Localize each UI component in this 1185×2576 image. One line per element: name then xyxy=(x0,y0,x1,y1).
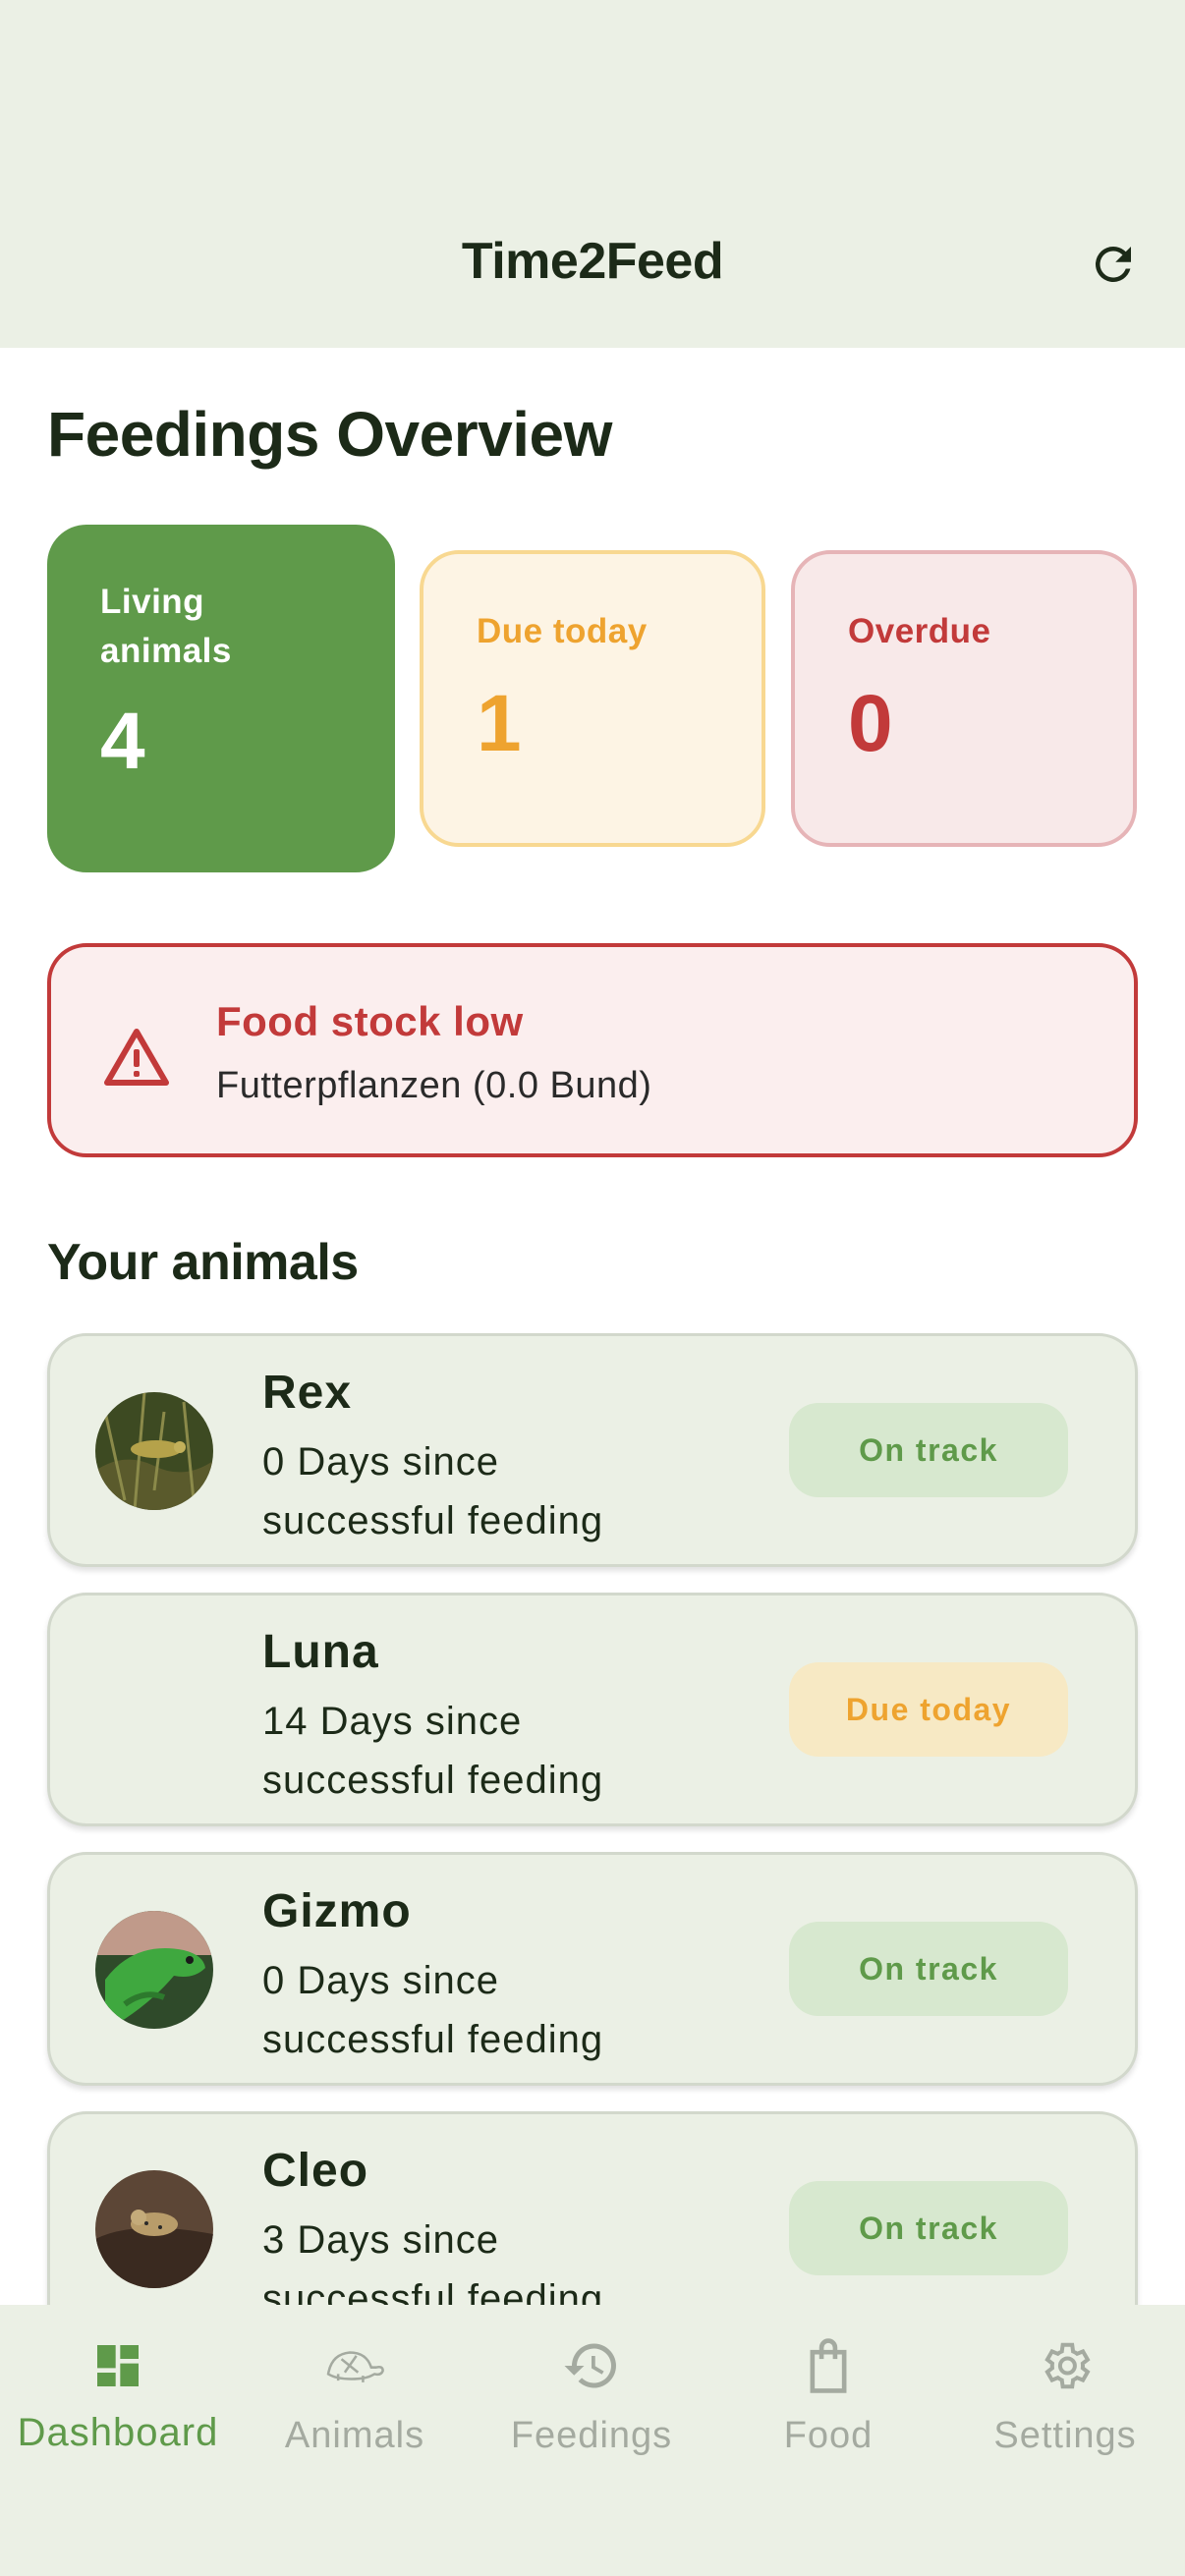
nav-label: Feedings xyxy=(510,2415,673,2456)
animal-card-luna[interactable]: Luna 14 Days since successful feeding Du… xyxy=(47,1593,1138,1826)
nav-item-animals[interactable]: Animals xyxy=(237,2334,473,2482)
nav-label: Settings xyxy=(993,2415,1137,2456)
nav-label: Food xyxy=(783,2415,874,2456)
stat-label: Living animals xyxy=(100,583,232,670)
animal-feeding-info: 0 Days since successful feeding xyxy=(262,1959,604,2061)
stat-value: 4 xyxy=(100,697,145,786)
dashboard-icon xyxy=(86,2334,149,2397)
status-badge: Due today xyxy=(789,1662,1068,1757)
status-badge: On track xyxy=(789,1403,1068,1497)
status-badge: On track xyxy=(789,1922,1068,2016)
stat-card-due-today[interactable]: Due today 1 xyxy=(420,550,765,847)
gear-icon xyxy=(1034,2334,1097,2397)
animal-name: Cleo xyxy=(262,2145,369,2197)
animal-feeding-info: 14 Days since successful feeding xyxy=(262,1700,604,1802)
page-title: Feedings Overview xyxy=(47,399,612,470)
bottom-navigation: Dashboard Animals Feedings Food Settings xyxy=(0,2305,1185,2576)
history-icon xyxy=(560,2334,623,2397)
animal-name: Luna xyxy=(262,1626,379,1678)
refresh-button[interactable] xyxy=(1081,232,1146,297)
refresh-icon xyxy=(1095,247,1131,282)
food-stock-alert[interactable]: Food stock low Futterpflanzen (0.0 Bund) xyxy=(47,943,1138,1157)
stat-label: Overdue xyxy=(848,612,991,650)
status-badge: On track xyxy=(789,2181,1068,2275)
nav-label: Animals xyxy=(284,2415,425,2456)
warning-icon xyxy=(104,1029,169,1086)
nav-item-feedings[interactable]: Feedings xyxy=(474,2334,709,2482)
alert-text: Futterpflanzen (0.0 Bund) xyxy=(216,1065,652,1106)
avatar xyxy=(95,1911,213,2029)
stat-card-overdue[interactable]: Overdue 0 xyxy=(791,550,1137,847)
animal-feeding-info: 0 Days since successful feeding xyxy=(262,1440,604,1542)
nav-item-settings[interactable]: Settings xyxy=(947,2334,1183,2482)
animal-card-rex[interactable]: Rex 0 Days since successful feeding On t… xyxy=(47,1333,1138,1567)
animal-card-gizmo[interactable]: Gizmo 0 Days since successful feeding On… xyxy=(47,1852,1138,2086)
nav-label: Dashboard xyxy=(17,2411,219,2454)
animals-section-title: Your animals xyxy=(47,1234,359,1291)
stat-value: 0 xyxy=(848,679,893,768)
avatar xyxy=(95,2170,213,2288)
top-app-bar: Time2Feed xyxy=(0,0,1185,348)
stat-value: 1 xyxy=(477,679,522,768)
avatar xyxy=(95,1392,213,1510)
animal-name: Gizmo xyxy=(262,1885,412,1937)
stat-label: Due today xyxy=(477,612,648,650)
nav-item-food[interactable]: Food xyxy=(710,2334,946,2482)
app-title: Time2Feed xyxy=(461,233,724,290)
stat-card-living-animals[interactable]: Living animals 4 xyxy=(47,525,395,872)
turtle-icon xyxy=(323,2334,386,2397)
alert-title: Food stock low xyxy=(216,998,524,1044)
shopping-bag-icon xyxy=(797,2334,860,2397)
nav-item-dashboard[interactable]: Dashboard xyxy=(0,2334,236,2482)
animal-name: Rex xyxy=(262,1367,353,1419)
